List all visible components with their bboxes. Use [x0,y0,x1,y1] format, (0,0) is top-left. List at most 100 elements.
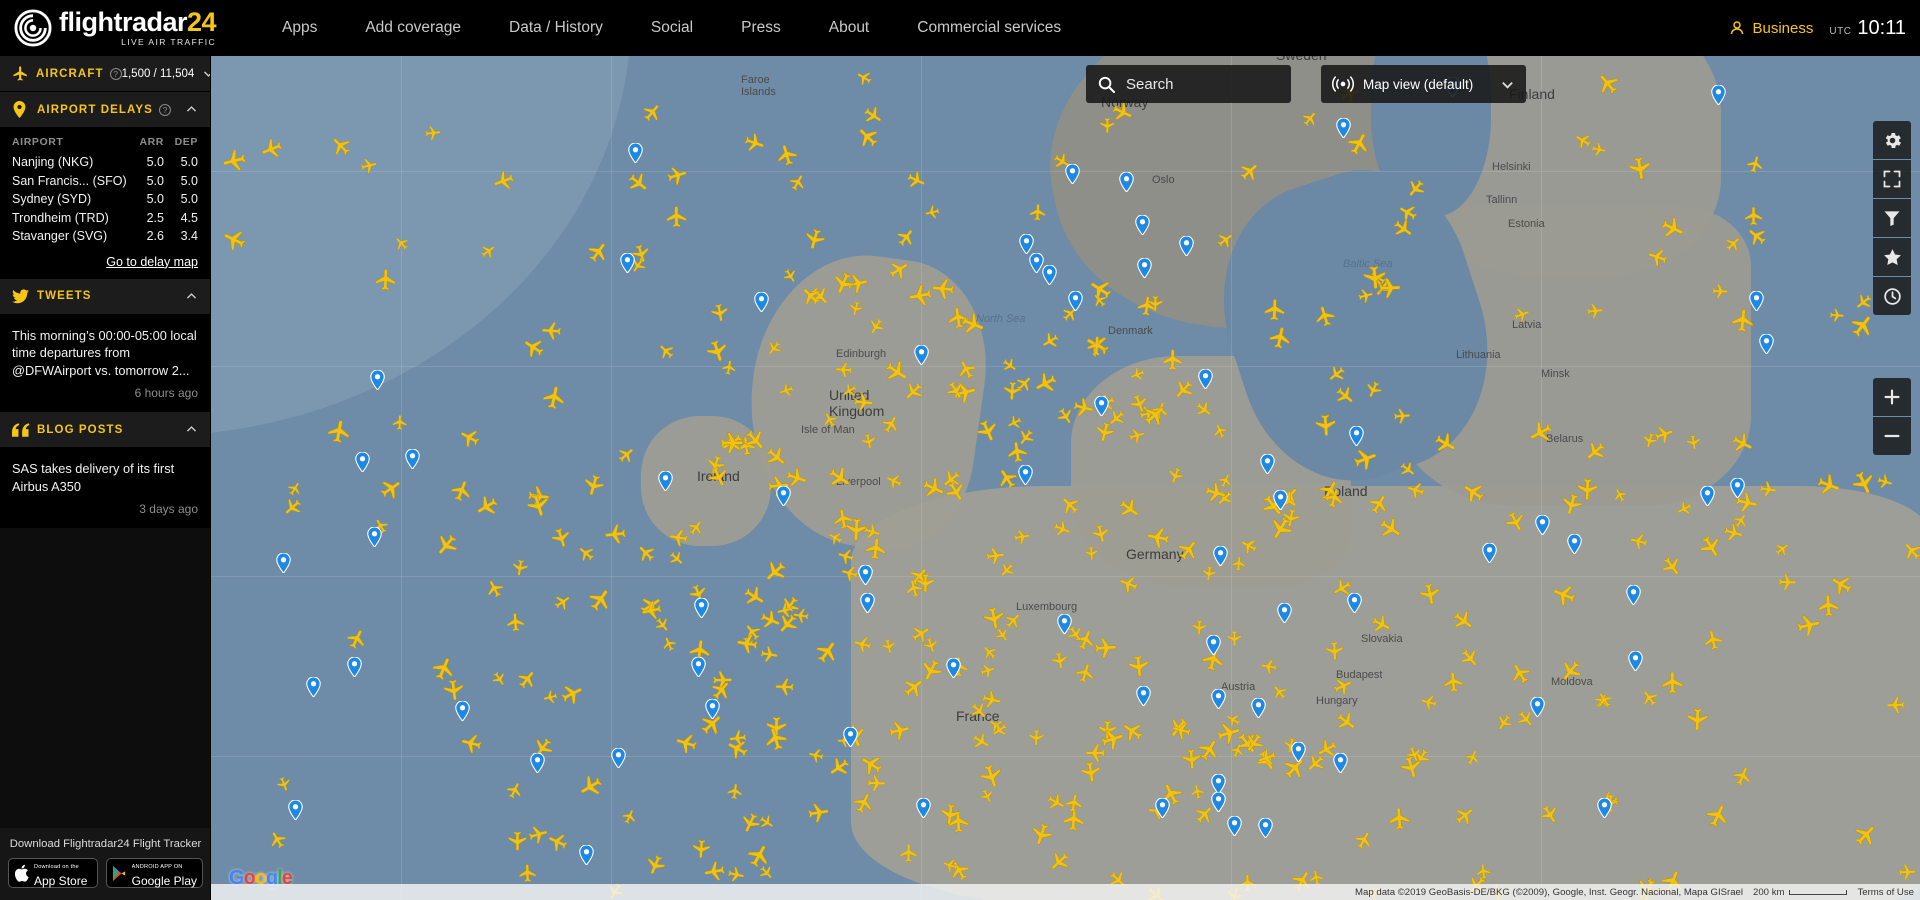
search-placeholder: Search [1126,75,1174,93]
brand-logo[interactable]: flightradar24 LIVE AIR TRAFFIC [0,0,258,56]
delay-airport: Sydney (SYD) [12,192,92,206]
fullscreen-icon[interactable] [1873,160,1911,198]
chevron-up-icon[interactable] [185,290,198,303]
quote-icon [12,422,30,437]
aircraft-help-icon[interactable]: ? [109,67,122,80]
google-play-big-label: Google Play [131,874,197,888]
grid-line-vertical [611,56,612,900]
user-icon [1731,21,1744,35]
airplane-icon [12,65,29,82]
grid-line-horizontal [211,366,1920,367]
nav-item-about[interactable]: About [805,0,894,56]
nav-item-press[interactable]: Press [717,0,805,56]
utc-label: UTC [1829,25,1852,37]
tweet-time: 6 hours ago [134,386,198,400]
delay-airport: Nanjing (NKG) [12,155,94,169]
delay-airport: Trondheim (TRD) [12,210,109,225]
table-row[interactable]: San Francis... (SFO) 5.0 5.0 [12,172,198,191]
google-play-badge[interactable]: ANDROID APP ON Google Play [105,858,203,888]
download-title: Download Flightradar24 Flight Tracker [9,838,202,850]
map-pin-icon [12,101,30,118]
brand-tagline: LIVE AIR TRAFFIC [121,37,217,48]
sidebar-section-aircraft[interactable]: AIRCRAFT ? 1,500 / 11,504 [0,56,210,92]
table-row[interactable]: Nanjing (NKG) 5.0 5.0 [12,153,198,172]
top-bar-right: Business UTC 10:11 [1729,0,1906,56]
col-arr: ARR [139,136,164,148]
business-link[interactable]: Business [1729,20,1813,37]
delay-airport: San Francis... (SFO) [12,173,127,188]
map-canvas[interactable]: SwedenFinlandNorwayFaroe IslandsHelsinki… [211,56,1920,900]
google-play-icon [112,865,125,881]
radar-icon [1332,76,1354,92]
tweet-text[interactable]: This morning’s 00:00-05:00 local time de… [12,327,198,380]
map-scale: 200 km [1753,886,1848,898]
nav-item-commercial-services[interactable]: Commercial services [893,0,1085,56]
refresh-icon[interactable] [1873,277,1911,315]
delay-dep: 5.0 [180,155,198,169]
nav-item-apps[interactable]: Apps [258,0,341,56]
go-to-delay-map-link[interactable]: Go to delay map [12,255,198,269]
search-icon [1098,76,1115,93]
app-store-big-label: App Store [34,874,88,888]
blog-post-text[interactable]: SAS takes delivery of its first Airbus A… [12,460,198,495]
grid-line-horizontal [211,756,1920,757]
delay-airport: Stavanger (SVG) [12,229,108,243]
chevron-down-icon[interactable] [202,67,210,80]
grid-line-vertical [1231,56,1232,900]
blog-posts-body: SAS takes delivery of its first Airbus A… [0,448,210,528]
search-input[interactable]: Search [1086,65,1291,103]
zoom-in-icon[interactable] [1873,378,1911,416]
delay-arr: 2.6 [146,229,164,243]
sidebar-section-airport-delays[interactable]: AIRPORT DELAYS ? [0,92,210,128]
chevron-up-icon[interactable] [185,103,198,116]
blog-post-time: 3 days ago [139,502,198,516]
zoom-controls [1873,378,1911,455]
aircraft-count: 1,500 / 11,504 [121,67,195,80]
star-icon[interactable] [1873,238,1911,276]
delay-arr: 2.5 [146,210,164,225]
table-row[interactable]: Stavanger (SVG) 2.6 3.4 [12,227,198,246]
map-tools [1873,121,1911,315]
nav-item-data-history[interactable]: Data / History [485,0,627,56]
delay-table-header: AIRPORT ARR DEP [12,136,198,153]
delay-arr: 5.0 [146,155,164,169]
map-view-selector[interactable]: Map view (default) [1321,65,1526,103]
top-bar: flightradar24 LIVE AIR TRAFFIC Apps Add … [0,0,1920,56]
main-navigation: Apps Add coverage Data / History Social … [258,0,1085,56]
chevron-down-icon[interactable] [1500,77,1515,92]
sidebar-section-blog-posts[interactable]: BLOG POSTS [0,412,210,448]
map-scale-label: 200 km [1753,886,1785,898]
terms-of-use-link[interactable]: Terms of Use [1857,887,1914,898]
app-store-small-label: Download on the [34,864,79,871]
brand-name: flightradar24 [59,7,217,38]
nav-item-social[interactable]: Social [627,0,717,56]
gear-icon[interactable] [1873,121,1911,159]
grid-line-vertical [921,56,922,900]
zoom-out-icon[interactable] [1873,417,1911,455]
map-view-label: Map view (default) [1363,76,1474,92]
grid-line-vertical [1541,56,1542,900]
sidebar-section-tweets[interactable]: TWEETS [0,278,210,315]
delay-dep: 5.0 [180,173,198,188]
app-store-badge[interactable]: Download on the App Store [8,858,98,888]
land-ireland [641,416,771,546]
table-row[interactable]: Trondheim (TRD) 2.5 4.5 [12,209,198,228]
download-block: Download Flightradar24 Flight Tracker Do… [0,828,210,900]
twitter-icon [12,288,30,304]
store-badges: Download on the App Store ANDROID APP ON… [8,858,203,888]
blog-posts-title: BLOG POSTS [37,423,124,436]
airport-delays-help-icon[interactable]: ? [158,103,171,116]
delay-dep: 3.4 [180,229,198,243]
nav-item-add-coverage[interactable]: Add coverage [341,0,485,56]
grid-line-vertical [401,56,402,900]
flightradar-logo-icon [14,9,52,47]
chevron-up-icon[interactable] [185,423,198,436]
grid-line-horizontal [211,171,1920,172]
table-row[interactable]: Sydney (SYD) 5.0 5.0 [12,190,198,209]
utc-clock: UTC 10:11 [1829,17,1906,40]
filter-icon[interactable] [1873,199,1911,237]
delay-arr: 5.0 [146,173,164,188]
tweets-body: This morning’s 00:00-05:00 local time de… [0,314,210,412]
google-play-small-label: ANDROID APP ON [131,864,183,871]
apple-icon [14,864,29,882]
